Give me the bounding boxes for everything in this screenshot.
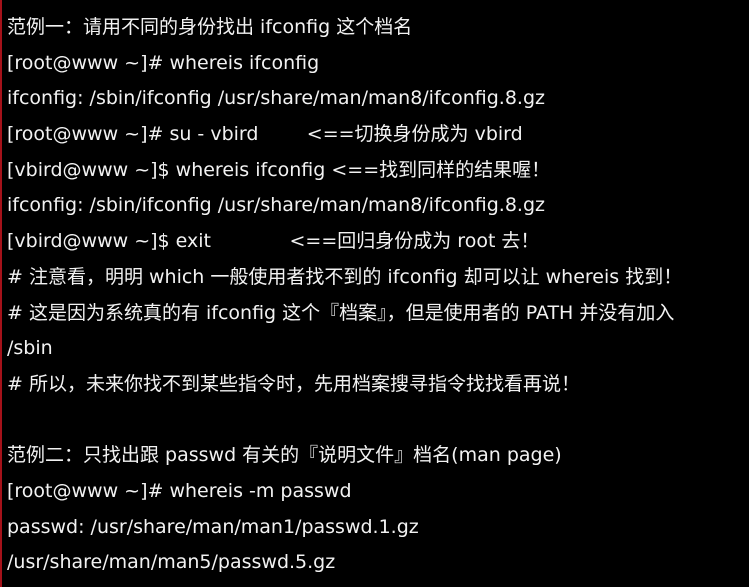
comment-line: # 注意看，明明 which 一般使用者找不到的 ifconfig 却可以让 w… bbox=[7, 265, 683, 288]
command-line: [root@www ~]# whereis ifconfig bbox=[7, 51, 320, 74]
example-2-heading: 范例二：只找出跟 passwd 有关的『说明文件』档名(man page) bbox=[7, 444, 562, 467]
output-line: ifconfig: /sbin/ifconfig /usr/share/man/… bbox=[7, 87, 545, 110]
command-line: [vbird@www ~]$ exit <==回归身份成为 root 去！ bbox=[7, 230, 540, 253]
left-border bbox=[0, 0, 2, 587]
comment-line: # 这是因为系统真的有 ifconfig 这个『档案』，但是使用者的 PATH … bbox=[7, 301, 675, 324]
comment-continuation: /sbin bbox=[7, 337, 53, 360]
terminal-output: 范例一：请用不同的身份找出 ifconfig 这个档名 [root@www ~]… bbox=[0, 0, 749, 587]
output-line: /usr/share/man/man5/passwd.5.gz bbox=[7, 551, 336, 574]
example-1-heading: 范例一：请用不同的身份找出 ifconfig 这个档名 bbox=[7, 16, 413, 38]
command-line: [root@www ~]# whereis -m passwd bbox=[7, 479, 352, 502]
output-line: ifconfig: /sbin/ifconfig /usr/share/man/… bbox=[7, 194, 545, 217]
command-line: [root@www ~]# su - vbird <==切换身份成为 vbird bbox=[7, 123, 523, 146]
comment-line: # 所以，未来你找不到某些指令时，先用档案搜寻指令找找看再说！ bbox=[7, 372, 580, 395]
output-line: passwd: /usr/share/man/man1/passwd.1.gz bbox=[7, 515, 419, 538]
command-line: [vbird@www ~]$ whereis ifconfig <==找到同样的… bbox=[7, 158, 551, 181]
